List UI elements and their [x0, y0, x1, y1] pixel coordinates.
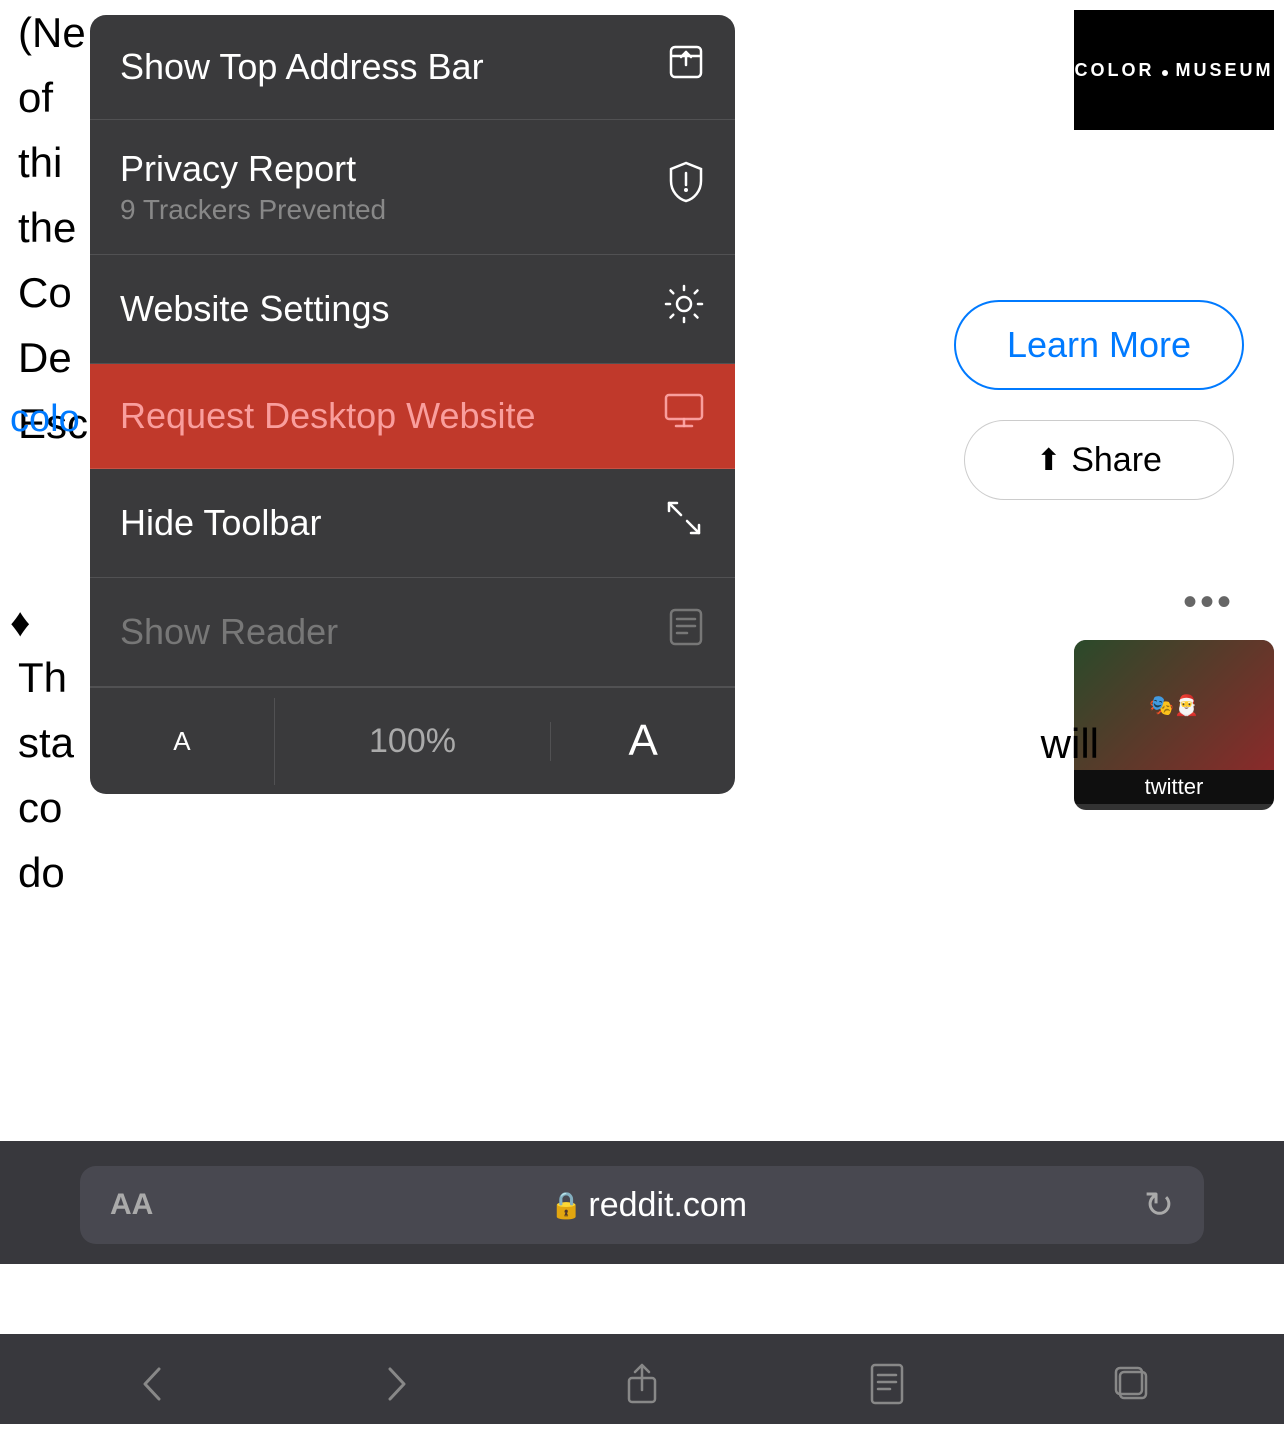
large-a-label: A	[628, 716, 657, 766]
address-bar-icon	[667, 43, 705, 91]
menu-container: Show Top Address Bar Privacy Report 9 Tr…	[90, 15, 735, 794]
menu-item-title: Show Reader	[120, 611, 338, 653]
share-button[interactable]: ⬆ Share	[964, 420, 1234, 500]
twitter-card-image: 🎭🎅	[1074, 640, 1274, 770]
gear-icon	[663, 283, 705, 335]
tabs-button[interactable]	[1097, 1354, 1167, 1414]
menu-item-left: Show Top Address Bar	[120, 46, 484, 88]
menu-item-title: Show Top Address Bar	[120, 46, 484, 88]
twitter-label: twitter	[1074, 770, 1274, 804]
font-percent-display: 100%	[275, 722, 552, 761]
menu-item-title: Request Desktop Website	[120, 395, 536, 437]
color-museum-line1: COLOR	[1075, 60, 1155, 80]
increase-font-button[interactable]: A	[551, 688, 735, 794]
monitor-icon	[663, 392, 705, 440]
decrease-font-button[interactable]: A	[90, 698, 275, 785]
menu-item-hide-toolbar[interactable]: Hide Toolbar	[90, 469, 735, 578]
url-display: reddit.com	[588, 1186, 747, 1225]
reader-icon	[667, 606, 705, 658]
back-button[interactable]	[117, 1354, 187, 1414]
color-museum-line2: MUSEUM	[1175, 60, 1273, 80]
reload-button[interactable]: ↻	[1144, 1184, 1174, 1226]
address-bar[interactable]: AA 🔒 reddit.com ↻	[80, 1166, 1204, 1244]
menu-item-title: Privacy Report	[120, 148, 386, 190]
percent-label: 100%	[369, 722, 456, 761]
more-options[interactable]: •••	[1183, 580, 1234, 625]
menu-item-left: Hide Toolbar	[120, 502, 321, 544]
menu-item-title: Hide Toolbar	[120, 502, 321, 544]
menu-overlay: Show Top Address Bar Privacy Report 9 Tr…	[0, 0, 740, 840]
menu-item-show-address-bar[interactable]: Show Top Address Bar	[90, 15, 735, 120]
forward-button[interactable]	[362, 1354, 432, 1414]
browser-bar: AA 🔒 reddit.com ↻	[0, 1141, 1284, 1264]
menu-item-show-reader[interactable]: Show Reader	[90, 578, 735, 687]
lock-icon: 🔒	[550, 1190, 582, 1221]
menu-item-left: Show Reader	[120, 611, 338, 653]
font-size-row: A 100% A	[90, 687, 735, 794]
menu-item-left: Privacy Report 9 Trackers Prevented	[120, 148, 386, 226]
menu-item-request-desktop[interactable]: Request Desktop Website	[90, 364, 735, 469]
learn-more-label: Learn More	[1007, 324, 1191, 366]
color-museum-dot	[1162, 70, 1168, 76]
menu-item-title: Website Settings	[120, 288, 389, 330]
menu-item-left: Website Settings	[120, 288, 389, 330]
aa-button[interactable]: AA	[110, 1188, 153, 1222]
right-panel: COLOR MUSEUM Learn More ⬆ Share	[914, 0, 1284, 500]
shield-icon	[667, 161, 705, 213]
nav-bar	[0, 1334, 1284, 1424]
menu-item-website-settings[interactable]: Website Settings	[90, 255, 735, 364]
share-icon: ⬆	[1036, 443, 1061, 478]
home-indicator	[552, 1429, 732, 1436]
menu-item-privacy-report[interactable]: Privacy Report 9 Trackers Prevented	[90, 120, 735, 255]
color-museum-badge: COLOR MUSEUM	[1074, 10, 1274, 130]
menu-item-subtitle: 9 Trackers Prevented	[120, 194, 386, 226]
resize-icon	[663, 497, 705, 549]
share-nav-button[interactable]	[607, 1354, 677, 1414]
learn-more-button[interactable]: Learn More	[954, 300, 1244, 390]
small-a-label: A	[173, 726, 190, 757]
bg-will-text: will	[1041, 720, 1099, 768]
menu-item-left: Request Desktop Website	[120, 395, 536, 437]
bookmarks-button[interactable]	[852, 1354, 922, 1414]
twitter-card[interactable]: 🎭🎅 twitter	[1074, 640, 1274, 810]
share-label: Share	[1071, 441, 1162, 480]
